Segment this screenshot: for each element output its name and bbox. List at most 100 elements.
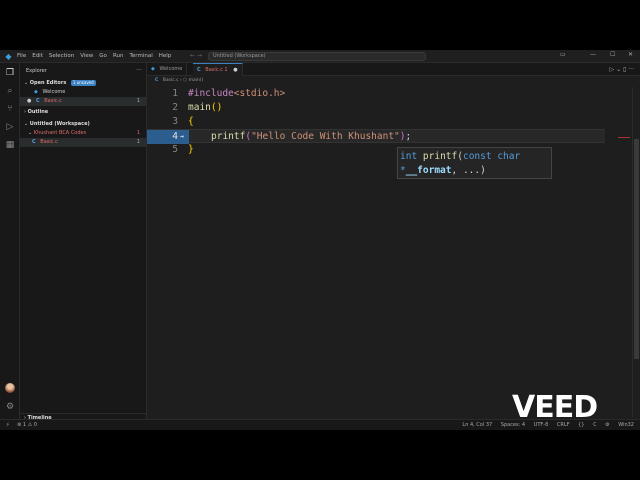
more-actions-icon[interactable]: ···	[136, 67, 142, 74]
breadcrumb-file[interactable]: Basic.c	[163, 78, 179, 83]
layout-icon[interactable]: ▭	[560, 51, 566, 58]
errors-icon[interactable]: ⊗	[17, 422, 21, 428]
signature-rest: , ...)	[451, 165, 486, 176]
c-file-icon: C	[32, 139, 36, 145]
remote-icon[interactable]: ⚡	[6, 422, 10, 428]
file-basic-c-label: Basic.c	[40, 139, 58, 145]
open-editors-label: Open Editors	[29, 80, 67, 86]
run-debug-icon[interactable]: ▷	[4, 121, 16, 133]
warnings-icon[interactable]: ⚠	[28, 422, 32, 428]
workspace-section[interactable]: ⌄ Untitled (Workspace)	[20, 120, 146, 129]
editor-area: ◆ Welcome C Basic.c 1 ● ▷ ⌄ ▯ ··· C Basi…	[147, 63, 640, 419]
tab-basic-c[interactable]: C Basic.c 1 ●	[193, 63, 243, 76]
file-problem-count: 1	[136, 139, 140, 145]
menu-view[interactable]: View	[80, 53, 93, 59]
function-call: printf	[211, 131, 246, 142]
outline-label: Outline	[27, 109, 49, 115]
settings-gear-icon[interactable]: ⚙	[4, 401, 16, 413]
open-editor-basic-c-label: Basic.c	[44, 98, 62, 104]
menu-go[interactable]: Go	[99, 53, 107, 59]
breadcrumb-symbol[interactable]: main()	[189, 78, 204, 83]
outline-section[interactable]: › Outline	[20, 108, 146, 117]
warning-count[interactable]: 0	[34, 422, 37, 428]
nav-back-forward-icon[interactable]: ← →	[190, 52, 202, 59]
platform[interactable]: Win32	[618, 422, 634, 428]
chevron-right-icon: ›	[24, 109, 26, 115]
c-file-icon: C	[35, 98, 40, 104]
vscode-window: ◆ File Edit Selection View Go Run Termin…	[0, 50, 640, 430]
c-file-icon: C	[197, 67, 201, 73]
return-type: int	[400, 151, 418, 162]
folder-khushant-bca-codes[interactable]: ⌄ Khushant BCA Codes 1	[20, 129, 146, 138]
cursor-position[interactable]: Ln 4, Col 37	[462, 422, 492, 428]
chevron-down-icon: ⌄	[24, 80, 29, 86]
notification-icon[interactable]: ⚙	[605, 422, 609, 428]
title-bar: ◆ File Edit Selection View Go Run Termin…	[0, 50, 640, 63]
status-left: ⚡ ⊗ 1 ⚠ 0	[6, 420, 37, 430]
menu-edit[interactable]: Edit	[32, 53, 43, 59]
vertical-scrollbar[interactable]	[632, 87, 640, 417]
open-editor-welcome-label: Welcome	[42, 89, 66, 95]
char-keyword: char	[497, 151, 521, 162]
code-text: main()	[188, 101, 222, 115]
account-avatar[interactable]	[5, 383, 15, 393]
modified-dot-icon: ●	[27, 98, 32, 104]
line-number: 1	[172, 88, 178, 99]
line-number: 3	[172, 116, 178, 127]
close-icon[interactable]: ✕	[628, 51, 633, 58]
active-parameter: __format	[405, 165, 452, 176]
minimap-marker	[618, 137, 630, 138]
open-brace: {	[188, 116, 194, 127]
tab-basic-c-label: Basic.c 1	[205, 67, 228, 73]
code-line[interactable]: 1 #include<stdio.h>	[147, 87, 605, 101]
explorer-title: Explorer	[26, 68, 47, 74]
code-line[interactable]: 2 main()	[147, 101, 605, 115]
folder-label: Khushant BCA Codes	[33, 130, 87, 136]
run-split-more-icon[interactable]: ▷ ⌄ ▯ ···	[610, 63, 634, 76]
menu-file[interactable]: File	[17, 53, 26, 59]
open-editor-welcome[interactable]: ◆ Welcome	[20, 88, 146, 97]
search-icon[interactable]: ⌕	[4, 85, 16, 97]
workspace-label: Untitled (Workspace)	[29, 121, 90, 127]
file-basic-c[interactable]: C Basic.c 1	[20, 138, 146, 147]
function-symbol-icon: ⬡	[183, 78, 188, 83]
explorer-icon[interactable]: ❐	[4, 67, 16, 79]
extensions-icon[interactable]: ▦	[4, 139, 16, 151]
error-count[interactable]: 1	[23, 422, 26, 428]
source-control-icon[interactable]: ⑂	[4, 103, 16, 115]
code-text: printf("Hello Code With Khushant");	[211, 130, 411, 144]
include-directive: #include	[188, 88, 234, 99]
line-number: 4	[172, 131, 178, 142]
const-keyword: const	[462, 151, 492, 162]
command-center[interactable]: Untitled (Workspace)	[208, 52, 426, 61]
maximize-icon[interactable]: ☐	[610, 51, 615, 58]
problem-count: 1	[136, 98, 140, 104]
line-number: 5	[172, 144, 178, 155]
veed-watermark: VEED	[512, 390, 598, 425]
code-text: #include<stdio.h>	[188, 87, 285, 101]
menu-run[interactable]: Run	[113, 53, 124, 59]
semicolon: ;	[405, 131, 412, 142]
folder-problem-count: 1	[136, 130, 140, 136]
function-name: main	[188, 102, 211, 113]
modified-dot-icon[interactable]: ●	[233, 67, 237, 73]
tab-indent-icon: ⇥	[180, 133, 184, 140]
tab-welcome[interactable]: ◆ Welcome	[147, 63, 188, 76]
open-editors-section[interactable]: ⌄ Open Editors 1 unsaved	[20, 79, 146, 88]
open-editor-basic-c[interactable]: ● C Basic.c 1	[20, 97, 146, 106]
code-line[interactable]: 3 {	[147, 115, 605, 129]
menu-terminal[interactable]: Terminal	[129, 53, 152, 59]
string-literal: "Hello Code With Khushant"	[251, 131, 400, 142]
signature-help-popup: int printf(const char *__format, ...)	[397, 147, 552, 179]
scrollbar-thumb[interactable]	[634, 139, 639, 359]
minimize-icon[interactable]: —	[590, 51, 596, 58]
menu-selection[interactable]: Selection	[49, 53, 74, 59]
c-file-icon: C	[155, 78, 159, 83]
header-name: <stdio.h>	[233, 88, 286, 99]
tab-welcome-label: Welcome	[159, 66, 183, 72]
breadcrumb: C Basic.c › ⬡ main()	[155, 78, 204, 83]
menu-help[interactable]: Help	[159, 53, 172, 59]
code-line-active[interactable]: 4 ⇥ printf("Hello Code With Khushant");	[147, 129, 605, 144]
vscode-logo-icon: ◆	[5, 51, 12, 61]
close-brace: }	[188, 144, 194, 155]
